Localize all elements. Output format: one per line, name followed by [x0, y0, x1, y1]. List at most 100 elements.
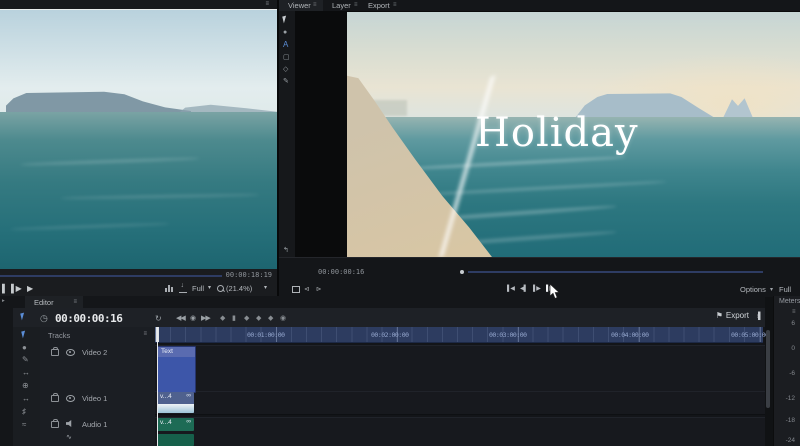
timeline-select-icon[interactable]	[20, 312, 26, 321]
set-out-point-icon[interactable]: ⊳	[316, 285, 321, 293]
video-clip[interactable]: v...4 ∞	[157, 392, 194, 413]
editor-tab-bar: Editor ≡	[13, 296, 765, 308]
hand-tool-icon[interactable]: ●	[22, 344, 27, 352]
track-name: Video 2	[82, 348, 108, 357]
clip-thumbnail	[157, 404, 194, 413]
viewer-options-button[interactable]: Options	[740, 285, 766, 294]
lane-video2[interactable]	[155, 345, 765, 393]
text-tool-icon[interactable]: A	[283, 41, 288, 49]
reset-view-icon[interactable]: ↰	[283, 247, 289, 254]
track-header-pane: Tracks ≡ Video 2 Video 1 Audio 1 ∿	[40, 327, 156, 446]
track-header-video1[interactable]: Video 1	[40, 393, 155, 405]
audio-clip-body[interactable]	[157, 434, 194, 446]
editor-panel: Editor ≡ ◷ 00:00:00:16 ↻ ◀◀ ◉ ▶▶ ◆ ▮ ◆ ◆…	[13, 296, 769, 446]
tab-viewer-menu-icon[interactable]: ≡	[313, 2, 317, 8]
freehand-mask-icon[interactable]: ✎	[283, 78, 289, 85]
viewer-seekbar[interactable]	[468, 271, 763, 273]
play-icon[interactable]: ▶	[27, 284, 33, 293]
title-overlay-text[interactable]: Holiday	[475, 110, 639, 156]
editor-vertical-scrollbar[interactable]	[766, 330, 770, 408]
tab-layer-menu-icon[interactable]: ≡	[354, 2, 358, 8]
previous-frame-icon[interactable]: ◀▌	[520, 285, 528, 292]
editor-timecode[interactable]: 00:00:00:16	[55, 312, 123, 325]
timeline-ruler[interactable]: 00:01:00:00 00:02:00:00 00:03:00:00 00:0…	[155, 327, 769, 343]
rate-stretch-icon[interactable]: ≈	[22, 421, 26, 429]
visibility-eye-icon[interactable]	[66, 395, 75, 402]
set-in-point-icon[interactable]: ⊲	[304, 285, 309, 293]
hand-tool-icon[interactable]: ●	[283, 29, 287, 36]
text-clip[interactable]: Text	[157, 346, 196, 393]
zoom-caret-icon[interactable]: ▾	[264, 284, 267, 291]
tab-editor[interactable]: Editor ≡	[25, 296, 83, 308]
preview-scale-select[interactable]: Full	[192, 284, 204, 293]
slip-tool-icon[interactable]: ⊕	[22, 382, 29, 390]
db-scale-label: 6	[791, 320, 795, 327]
trimmer-seekbar[interactable]	[0, 275, 222, 277]
db-scale-label: -12	[785, 395, 795, 402]
loop-playback-icon[interactable]: ↻	[155, 314, 162, 323]
previous-keyframe-icon[interactable]: ◀◀	[176, 314, 186, 322]
tracks-menu-icon[interactable]: ≡	[143, 331, 147, 337]
fit-frame-icon[interactable]	[292, 286, 300, 293]
tab-editor-menu-icon[interactable]: ≡	[73, 299, 77, 305]
audio-waveform-toggle-icon[interactable]: ∿	[66, 433, 72, 441]
next-keyframe-icon[interactable]: ▶▶	[201, 314, 211, 322]
slice-tool-icon[interactable]: ✎	[22, 356, 29, 364]
step-forward-icon[interactable]: ▌▶	[11, 284, 22, 293]
snap-toggle-icon[interactable]: ♯	[22, 408, 26, 416]
slide-tool-icon[interactable]: ↔	[22, 395, 30, 403]
scale-caret-icon[interactable]: ▾	[208, 284, 211, 291]
keyframe-icon[interactable]: ◆	[268, 314, 273, 322]
select-tool-icon[interactable]	[282, 15, 288, 24]
panel-expand-icon[interactable]: ▸	[2, 298, 5, 304]
tab-export-menu-icon[interactable]: ≡	[393, 2, 397, 8]
options-caret-icon[interactable]: ▾	[770, 286, 773, 293]
next-frame-icon[interactable]: ▌▶	[533, 285, 541, 292]
keyframe-icon[interactable]: ◆	[220, 314, 225, 322]
keyframe-bar-icon[interactable]: ▮	[232, 314, 236, 322]
lock-icon[interactable]	[51, 347, 59, 356]
lane-audio1[interactable]	[155, 417, 765, 446]
audio-clip[interactable]: v...4 ∞	[157, 418, 194, 431]
editor-toolbar: ◷ 00:00:00:16 ↻ ◀◀ ◉ ▶▶ ◆ ▮ ◆ ◆ ◆ ◉ ⚑ Exp…	[13, 308, 765, 328]
ripple-edit-icon[interactable]: ↔	[22, 369, 30, 377]
lock-icon[interactable]	[51, 393, 59, 402]
timeline-area[interactable]: 00:01:00:00 00:02:00:00 00:03:00:00 00:0…	[155, 327, 769, 446]
rect-mask-icon[interactable]: ▢	[283, 54, 290, 61]
meters-menu-icon[interactable]: ≡	[792, 309, 796, 315]
ellipse-mask-icon[interactable]: ◇	[283, 66, 288, 73]
trimmer-menu-icon[interactable]: ≡	[265, 1, 269, 7]
viewer-timecode: 00:00:00:16	[318, 268, 365, 276]
export-flag-icon: ⚑	[715, 311, 723, 320]
import-icon[interactable]	[179, 282, 187, 293]
skip-to-end-icon[interactable]: ›▌	[757, 313, 763, 320]
pause-icon[interactable]: ▌	[2, 284, 8, 293]
trimmer-video-frame[interactable]	[0, 9, 277, 269]
link-icon: ∞	[186, 392, 191, 399]
lane-video1[interactable]	[155, 391, 765, 415]
trimmer-header: ≡	[0, 0, 277, 9]
tab-viewer[interactable]: Viewer	[288, 1, 311, 10]
track-header-video2[interactable]: Video 2	[40, 347, 155, 359]
keyframe-icon[interactable]: ◆	[244, 314, 249, 322]
record-icon[interactable]: ◉	[190, 314, 196, 322]
tab-layer[interactable]: Layer	[332, 1, 351, 10]
levels-icon[interactable]	[165, 285, 173, 292]
speaker-icon[interactable]	[66, 420, 72, 427]
collapsed-panel-strip[interactable]: ▸	[0, 296, 14, 446]
lock-icon[interactable]	[51, 419, 59, 428]
preview-zoom-level[interactable]: (21.4%)	[226, 284, 252, 293]
tab-export[interactable]: Export	[368, 1, 390, 10]
select-tool-icon[interactable]	[21, 330, 27, 339]
keyframe-icon[interactable]: ◆	[256, 314, 261, 322]
viewer-playhead-knob[interactable]	[460, 270, 464, 274]
keyframe-dot-icon[interactable]: ◉	[280, 314, 286, 322]
viewer-scale-select[interactable]: Full	[779, 285, 791, 294]
go-to-start-icon[interactable]: ▌◀	[507, 285, 515, 292]
playhead-line[interactable]	[157, 327, 158, 446]
visibility-eye-icon[interactable]	[66, 349, 75, 356]
export-button[interactable]: ⚑ Export	[716, 311, 749, 320]
track-header-audio1[interactable]: Audio 1	[40, 419, 155, 431]
trimmer-panel: ≡ 00:00:18:19 ▌ ▌▶ ▶ Full ▾ (21.4%) ▾	[0, 0, 277, 296]
viewer-stage[interactable]: Holiday	[295, 11, 800, 257]
